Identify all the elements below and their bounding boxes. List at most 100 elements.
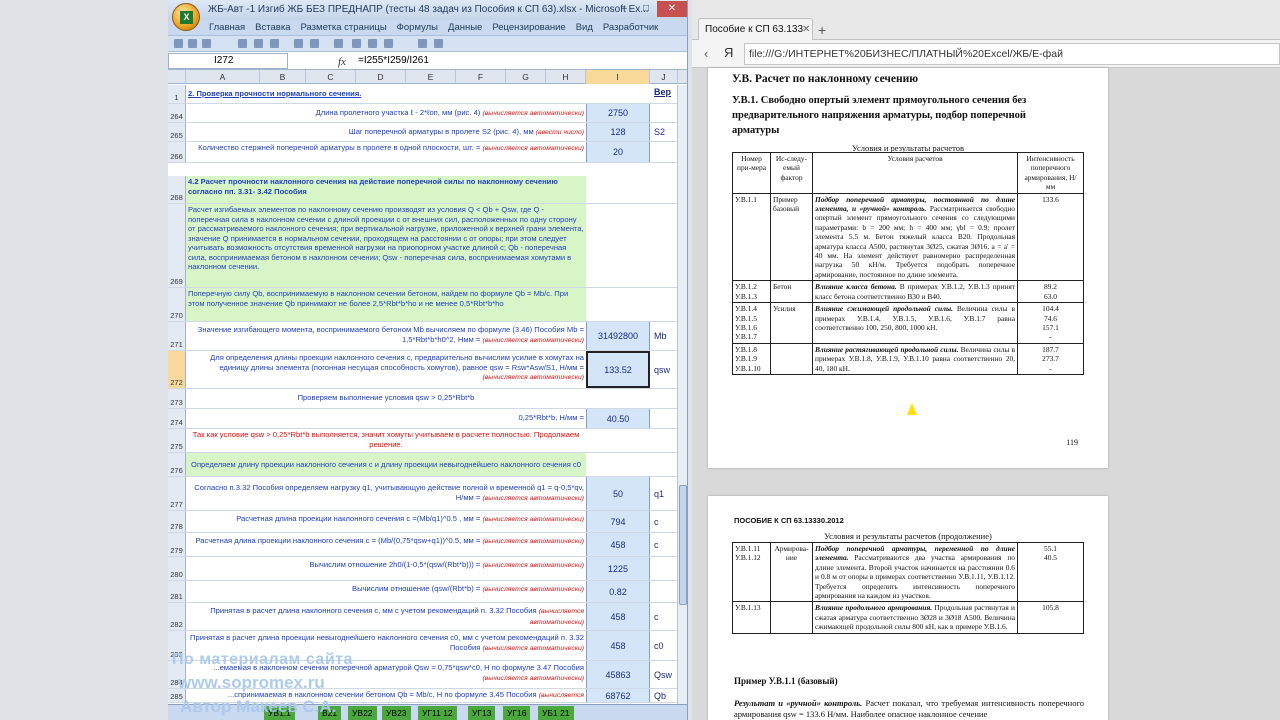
cell-value[interactable]: 31492800 xyxy=(586,322,650,350)
cell[interactable]: Количество стержней поперечной арматуры … xyxy=(186,142,586,162)
cell-value[interactable]: 458 xyxy=(586,631,650,660)
cell[interactable]: 0,25*Rbt*b, Н/мм = xyxy=(186,409,586,428)
sheet-tab[interactable]: УВ22 xyxy=(348,706,377,720)
cell[interactable]: Для определения длины проекции наклонног… xyxy=(186,351,586,388)
cell-value[interactable]: 68762 xyxy=(586,689,650,702)
paste-icon[interactable] xyxy=(352,39,361,48)
maximize-icon[interactable]: □ xyxy=(635,1,657,17)
cell[interactable]: 4.2 Расчет прочности наклонного сечения … xyxy=(186,176,586,203)
back-icon[interactable]: ‹ xyxy=(704,46,708,61)
cell[interactable]: Длина пролетного участка ℓ - 2*ℓоп, мм (… xyxy=(186,104,586,122)
border-icon[interactable] xyxy=(238,39,247,48)
cell[interactable]: 2. Проверка прочности нормального сечени… xyxy=(186,85,586,103)
cell-value[interactable]: 50 xyxy=(586,477,650,510)
col-header[interactable]: G xyxy=(506,70,546,84)
col-header[interactable]: J xyxy=(650,70,678,84)
tab-developer[interactable]: Разработчик xyxy=(598,20,663,35)
vertical-scrollbar[interactable] xyxy=(677,85,687,705)
close-tab-icon[interactable]: ✕ xyxy=(802,24,810,35)
url-input[interactable]: file:///G:/ИНТЕРНЕТ%20БИЗНЕС/ПЛАТНЫЙ%20E… xyxy=(744,43,1280,65)
cell-value[interactable]: 2750 xyxy=(586,104,650,122)
sheet-tab[interactable]: УБ1 21 xyxy=(538,706,574,720)
close-icon[interactable]: ✕ xyxy=(657,1,687,17)
row-number[interactable]: 265 xyxy=(168,123,186,141)
row-number[interactable]: 268 xyxy=(168,176,186,203)
row-number[interactable]: 274 xyxy=(168,409,186,428)
cell[interactable]: Расчет изгибаемых элементов по наклонном… xyxy=(186,204,586,287)
cell-value-selected[interactable]: 133.52 xyxy=(586,351,650,388)
grid-icon[interactable] xyxy=(270,39,279,48)
chart-icon[interactable] xyxy=(334,39,343,48)
sheet-tab[interactable]: УГ11 12 xyxy=(418,706,457,720)
sheet-tab[interactable]: УВ23 xyxy=(382,706,411,720)
browser-tab[interactable]: Пособие к СП 63.133 xyxy=(698,18,813,40)
tab-formulas[interactable]: Формулы xyxy=(392,20,443,35)
row-number[interactable]: 275 xyxy=(168,429,186,452)
cell-value[interactable]: 458 xyxy=(586,533,650,556)
tab-insert[interactable]: Вставка xyxy=(250,20,295,35)
cell[interactable]: Значение изгибающего момента, воспринима… xyxy=(186,322,586,350)
redo-icon[interactable] xyxy=(202,39,211,48)
cell[interactable]: Определяем длину проекции наклонного сеч… xyxy=(186,453,586,476)
cell-value[interactable]: 128 xyxy=(586,123,650,141)
col-header[interactable]: A xyxy=(186,70,260,84)
scroll-thumb[interactable] xyxy=(679,485,687,605)
col-header[interactable]: D xyxy=(356,70,406,84)
tab-page-layout[interactable]: Разметка страницы xyxy=(295,20,391,35)
col-header[interactable]: C xyxy=(306,70,356,84)
undo-icon[interactable] xyxy=(188,39,197,48)
row-number[interactable]: 277 xyxy=(168,477,186,510)
row-number[interactable]: 278 xyxy=(168,511,186,532)
yandex-icon[interactable]: Я xyxy=(724,45,733,60)
office-button[interactable]: X xyxy=(172,3,200,31)
table-icon[interactable] xyxy=(254,39,263,48)
sheet-tab[interactable]: УГ16 xyxy=(503,706,531,720)
fx-icon[interactable]: fx xyxy=(338,53,346,71)
cell-value[interactable]: 1225 xyxy=(586,557,650,580)
cell[interactable]: Вычислим отношение 2h0/(1-0,5*(qsw/(Rbt*… xyxy=(186,557,586,580)
copy-icon[interactable] xyxy=(368,39,377,48)
cell[interactable]: Поперечную силу Qb, воспринимаемую в нак… xyxy=(186,288,586,321)
save-icon[interactable] xyxy=(174,39,183,48)
cell-value[interactable]: 458 xyxy=(586,603,650,630)
row-number[interactable]: 264 xyxy=(168,104,186,122)
row-number[interactable]: 270 xyxy=(168,288,186,321)
tab-review[interactable]: Рецензирование xyxy=(487,20,570,35)
row-number[interactable]: 266 xyxy=(168,142,186,162)
paint-icon[interactable] xyxy=(418,39,427,48)
cell[interactable]: Принятая в расчет длина наклонного сечен… xyxy=(186,603,586,630)
sheet-tab[interactable]: УГ13 xyxy=(468,706,496,720)
cell-value[interactable]: 40.50 xyxy=(586,409,650,428)
cell-value[interactable]: 794 xyxy=(586,511,650,532)
new-tab-icon[interactable]: + xyxy=(818,22,826,38)
row-number[interactable]: 282 xyxy=(168,603,186,630)
tab-view[interactable]: Вид xyxy=(571,20,598,35)
row-number[interactable]: 269 xyxy=(168,204,186,287)
col-header[interactable]: E xyxy=(406,70,456,84)
name-box[interactable]: I272 xyxy=(168,53,288,69)
row-number[interactable]: 276 xyxy=(168,453,186,476)
cell-value[interactable]: 20 xyxy=(586,142,650,162)
cell[interactable]: Так как условие qsw > 0,25*Rbt*b выполня… xyxy=(186,429,586,452)
format-icon[interactable] xyxy=(384,39,393,48)
row-number[interactable]: 281 xyxy=(168,581,186,602)
row-number[interactable]: 1 xyxy=(168,85,186,103)
print-icon[interactable] xyxy=(434,39,443,48)
minimize-icon[interactable]: – xyxy=(613,1,635,17)
row-number[interactable]: 280 xyxy=(168,557,186,580)
sort-icon[interactable] xyxy=(294,39,303,48)
cell-value[interactable]: 45863 xyxy=(586,661,650,688)
col-header[interactable]: H xyxy=(546,70,586,84)
corner-select[interactable] xyxy=(168,70,186,84)
row-number-selected[interactable]: 272 xyxy=(168,351,186,388)
cell[interactable]: Шаг поперечной арматуры в пролете S2 (ри… xyxy=(186,123,586,141)
cell[interactable]: Расчетная длина проекции наклонного сече… xyxy=(186,533,586,556)
col-header[interactable]: F xyxy=(456,70,506,84)
row-number[interactable]: 273 xyxy=(168,389,186,408)
col-header-selected[interactable]: I xyxy=(586,70,650,84)
cell[interactable]: Согласно п.3.32 Пособия определяем нагру… xyxy=(186,477,586,510)
cell-value[interactable]: 0.82 xyxy=(586,581,650,602)
row-number[interactable]: 279 xyxy=(168,533,186,556)
formula-input[interactable]: =I255*I259/I261 xyxy=(358,53,429,69)
row-number[interactable]: 271 xyxy=(168,322,186,350)
